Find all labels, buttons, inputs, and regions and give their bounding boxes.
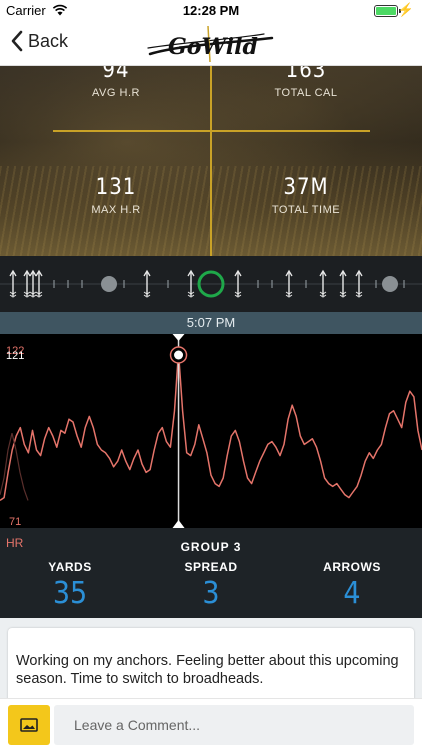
total-cal-stat: 163 TOTAL CAL: [226, 66, 386, 99]
max-hr-value: 131: [95, 175, 137, 200]
group-summary: HR GROUP 3 YARDS 35 SPREAD 3 ARROWS 4: [0, 528, 422, 618]
comment-text: Working on my anchors. Feeling better ab…: [16, 653, 399, 687]
arrows-metric: ARROWS 4: [292, 560, 412, 611]
yards-metric: YARDS 35: [10, 560, 130, 611]
charging-icon: ⚡: [397, 2, 414, 17]
max-hr-label: MAX H.R: [91, 204, 141, 216]
arrows-label: ARROWS: [323, 560, 381, 574]
shot-timeline-track[interactable]: [0, 256, 422, 312]
shot-timeline[interactable]: [0, 256, 422, 312]
back-label: Back: [28, 30, 69, 51]
heart-rate-chart-svg[interactable]: 12212171: [0, 334, 422, 528]
gowild-logo: GoWild: [147, 25, 274, 63]
max-hr-stat: 131 MAX H.R: [36, 175, 196, 216]
heart-rate-line: [0, 351, 422, 502]
group-title: GROUP 3: [180, 540, 242, 554]
crosshair-vertical: [210, 66, 212, 256]
back-button[interactable]: Back: [10, 30, 68, 52]
total-time-value: 37M: [283, 175, 329, 200]
total-cal-label: TOTAL CAL: [274, 87, 338, 99]
battery-icon: [374, 5, 398, 17]
spread-value: 3: [202, 576, 220, 611]
total-time-label: TOTAL TIME: [271, 204, 341, 216]
marker-value-label: 121: [6, 350, 24, 362]
group-marker-dot[interactable]: [101, 276, 117, 292]
scrubber-top-handle[interactable]: [172, 334, 185, 341]
attach-image-button[interactable]: [8, 705, 50, 745]
nav-bar: Back GoWild: [0, 22, 422, 66]
y-axis-bottom-label: 71: [9, 516, 21, 528]
timeline-time: 5:07 PM: [0, 312, 422, 334]
scrubber-marker-dot: [174, 350, 184, 360]
spread-label: SPREAD: [184, 560, 238, 574]
total-cal-value: 163: [285, 66, 327, 83]
yards-value: 35: [52, 576, 88, 611]
total-time-stat: 37M TOTAL TIME: [226, 175, 386, 216]
comment-area: Working on my anchors. Feeling better ab…: [0, 618, 422, 708]
heart-rate-chart[interactable]: 122 121 71: [0, 334, 422, 528]
crosshair-horizontal: [53, 130, 370, 132]
avg-hr-stat: 94 AVG H.R: [36, 66, 196, 99]
scrubber-bottom-handle[interactable]: [172, 520, 185, 528]
spread-metric: SPREAD 3: [151, 560, 271, 611]
arrows-value: 4: [343, 576, 361, 611]
image-icon: [20, 718, 38, 732]
status-bar: Carrier 12:28 PM ⚡: [0, 0, 422, 22]
yards-label: YARDS: [48, 560, 92, 574]
svg-text:GoWild: GoWild: [168, 34, 258, 60]
comment-input-bar: [0, 698, 422, 750]
group-marker-dot[interactable]: [382, 276, 398, 292]
avg-hr-label: AVG H.R: [92, 87, 140, 99]
avg-hr-value: 94: [102, 66, 130, 83]
clock: 12:28 PM: [182, 3, 240, 18]
comment-card: Working on my anchors. Feeling better ab…: [8, 628, 414, 708]
comment-input[interactable]: [54, 705, 414, 745]
chevron-left-icon: [11, 30, 23, 52]
session-stats-hero: 94 AVG H.R 163 TOTAL CAL 131 MAX H.R 37M…: [0, 66, 422, 256]
